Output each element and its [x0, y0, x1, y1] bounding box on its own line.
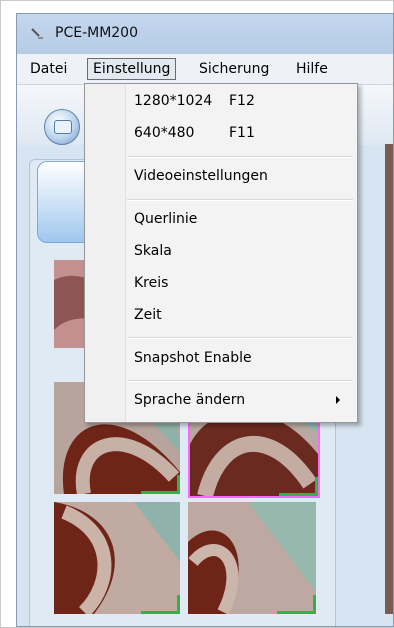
resolution-640-label: 640*480	[134, 125, 195, 141]
title-bar: PCE-MM200	[17, 14, 393, 54]
menu-hilfe[interactable]: Hilfe	[291, 59, 333, 79]
menu-einstellung[interactable]: Einstellung	[87, 58, 177, 80]
resolution-640-shortcut: F11	[229, 125, 255, 141]
menu-item-crossline[interactable]: Querlinie	[134, 207, 197, 231]
resolution-1280-label: 1280*1024	[134, 93, 213, 109]
snapshot-thumbnail[interactable]	[54, 502, 180, 614]
menu-item-scale[interactable]: Skala	[134, 239, 172, 263]
live-view-edge	[385, 144, 393, 614]
menu-separator	[127, 337, 353, 339]
menu-separator	[127, 156, 353, 158]
snapshot-thumbnail[interactable]	[188, 502, 316, 614]
resolution-1280-shortcut: F12	[229, 93, 255, 109]
menu-item-circle[interactable]: Kreis	[134, 271, 168, 295]
thumbnail-corner-marker	[141, 595, 180, 614]
einstellung-dropdown-menu: 1280*1024 F12 640*480 F11 Videoeinstellu…	[84, 83, 358, 423]
menu-item-video-settings[interactable]: Videoeinstellungen	[134, 164, 268, 188]
menu-item-snapshot-enable[interactable]: Snapshot Enable	[134, 346, 252, 370]
menu-separator	[127, 199, 353, 201]
menu-item-time[interactable]: Zeit	[134, 303, 162, 327]
thumbnail-corner-marker	[279, 477, 318, 496]
menu-sicherung[interactable]: Sicherung	[194, 59, 274, 79]
window-title: PCE-MM200	[55, 25, 138, 41]
menu-item-resolution-1280[interactable]: 1280*1024 F12	[134, 89, 255, 113]
camera-button[interactable]	[44, 109, 80, 145]
menu-item-resolution-640[interactable]: 640*480 F11	[134, 121, 255, 145]
chevron-right-icon	[336, 396, 340, 404]
thumbnail-corner-marker	[277, 595, 316, 614]
camera-icon	[54, 120, 72, 134]
microscope-icon	[31, 28, 43, 39]
thumbnail-corner-marker	[141, 475, 180, 494]
menu-item-change-language[interactable]: Sprache ändern	[134, 388, 245, 412]
menu-bar: Datei Einstellung Sicherung Hilfe	[17, 54, 393, 85]
menu-icon-column	[85, 84, 126, 422]
menu-separator	[127, 380, 353, 382]
menu-datei[interactable]: Datei	[25, 59, 72, 79]
